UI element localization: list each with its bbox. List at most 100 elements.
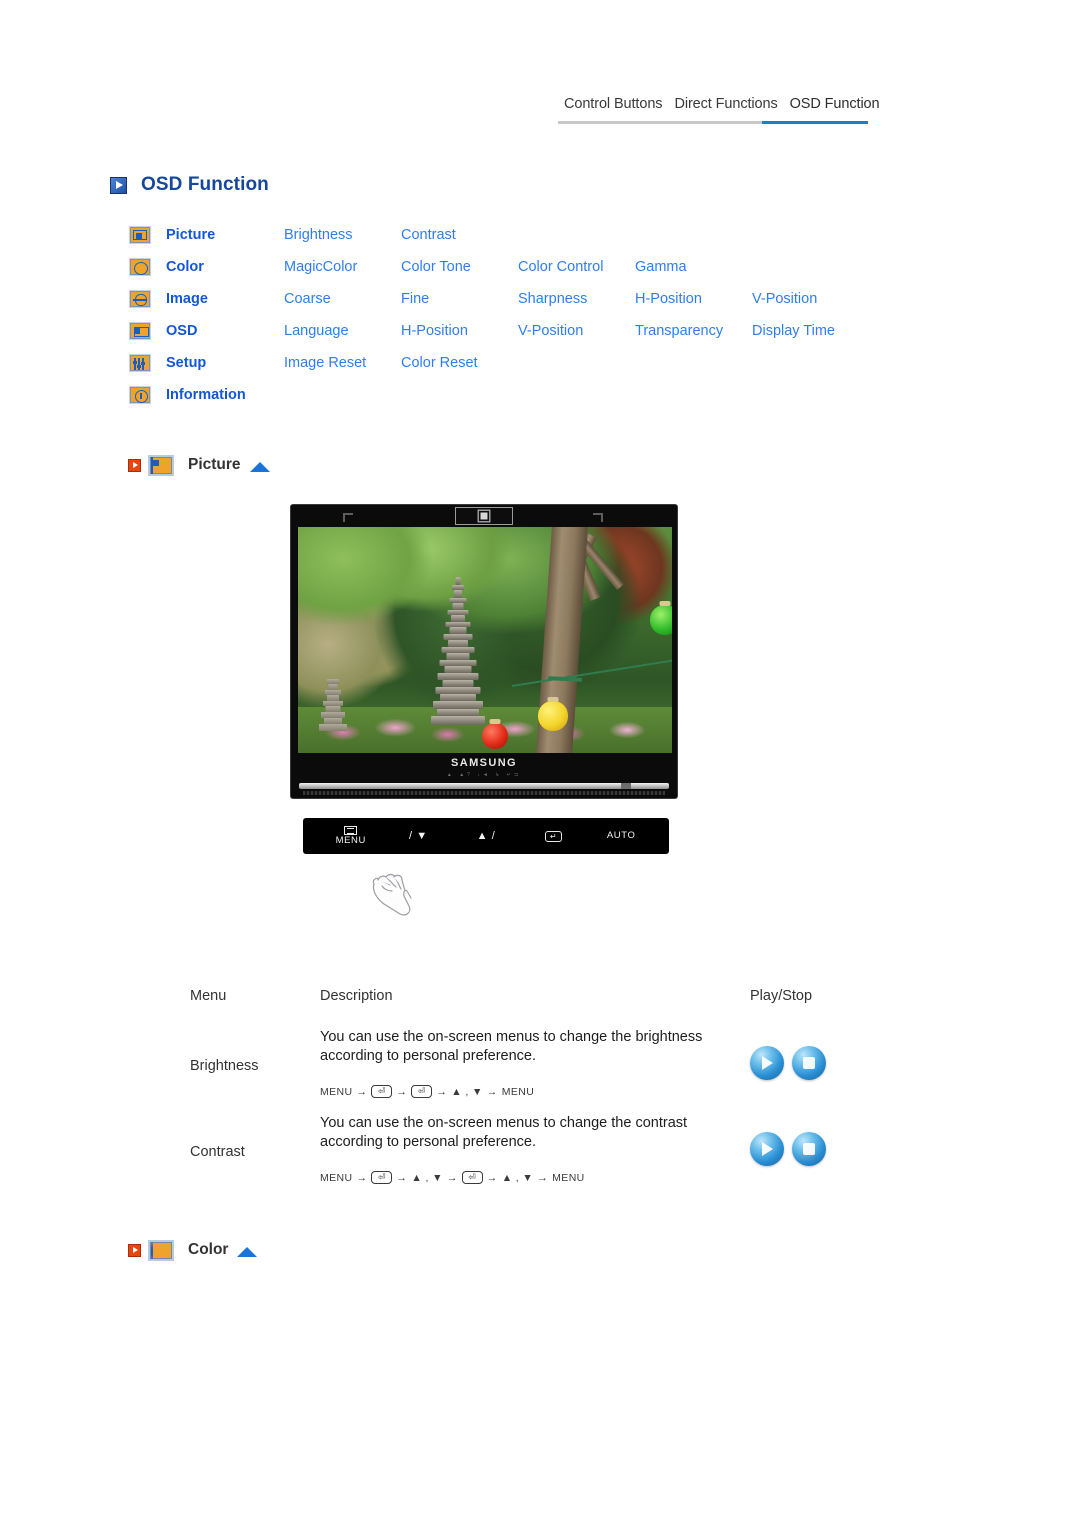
section-label-picture: Picture [188,456,241,473]
row-play-stop-brightness [750,1028,890,1080]
key-menu: MENU [320,1171,353,1184]
section-heading-color: Color [128,1239,258,1261]
row-description-contrast: You can use the on-screen menus to chang… [320,1115,688,1150]
color-icon [129,258,151,276]
column-header-menu: Menu [190,988,227,1004]
key-arrow: → [436,1085,448,1098]
stop-button[interactable] [792,1046,826,1080]
column-header-description: Description [320,988,393,1004]
table-row: Brightness You can use the on-screen men… [190,1028,890,1099]
auto-button-label: AUTO [606,829,636,841]
column-header-play-stop: Play/Stop [750,988,813,1004]
play-button[interactable] [750,1132,784,1167]
page-title-row: OSD Function [110,174,269,196]
red-arrow-icon [128,1243,141,1257]
menu-item-display-time[interactable]: Display Time [752,323,869,339]
menu-item-osd-v-position[interactable]: V-Position [518,323,635,339]
menu-item-language[interactable]: Language [284,323,401,339]
menu-map-row-information: Information [129,379,920,411]
monitor-bezel-markings: ▲ ▲? ↓◄ ↳ ↵⊐ [446,772,522,778]
blue-arrow-icon [110,176,127,194]
scroll-to-top-icon[interactable] [249,462,270,472]
menu-item-v-position[interactable]: V-Position [752,291,869,307]
brightness-down-icon: / ▼ [408,829,428,842]
menu-item-fine[interactable]: Fine [401,291,518,307]
information-icon [129,386,151,404]
menu-category-information[interactable]: Information [166,387,284,403]
auto-button[interactable]: AUTO [602,829,640,842]
menu-item-sharpness[interactable]: Sharpness [518,291,635,307]
control-button-strip: MENU / ▼ ▲ / ↵ AUTO [303,818,669,854]
picture-icon [129,226,151,244]
bezel-mark-left-icon [343,513,353,522]
image-icon [129,290,151,308]
menu-item-transparency[interactable]: Transparency [635,323,752,339]
monitor-stand-bar [299,783,669,789]
small-stone-pagoda [318,673,348,731]
row-description-cell: You can use the on-screen menus to chang… [320,1114,750,1185]
row-menu-contrast: Contrast [190,1144,245,1161]
row-description-brightness: You can use the on-screen menus to chang… [320,1029,703,1064]
menu-map-row-setup: Setup Image Reset Color Reset [129,347,920,379]
brightness-down-button[interactable]: / ▼ [399,830,437,842]
menu-item-image-reset[interactable]: Image Reset [284,355,401,371]
description-table-header: Menu Description Play/Stop [190,988,890,1028]
yellow-lantern [538,697,568,731]
description-table: Menu Description Play/Stop Brightness Yo… [190,988,890,1200]
color-icon [148,1239,174,1261]
play-button[interactable] [750,1046,784,1080]
menu-item-color-control[interactable]: Color Control [518,259,635,275]
menu-button[interactable]: MENU [332,825,370,847]
menu-category-color[interactable]: Color [166,259,284,275]
key-arrow: → [356,1085,368,1098]
menu-item-color-tone[interactable]: Color Tone [401,259,518,275]
menu-item-gamma[interactable]: Gamma [635,259,752,275]
menu-item-h-position[interactable]: H-Position [635,291,752,307]
section-heading-picture: Picture [128,454,270,476]
menu-category-setup[interactable]: Setup [166,355,284,371]
monitor-illustration: SAMSUNG ▲ ▲? ↓◄ ↳ ↵⊐ [290,504,678,799]
key-arrow: → [356,1171,368,1184]
menu-map-row-osd: OSD Language H-Position V-Position Trans… [129,315,920,347]
volume-up-button[interactable]: ▲ / [467,830,505,842]
tab-control-buttons[interactable]: Control Buttons [558,96,668,121]
row-play-stop-contrast [750,1114,890,1167]
tab-osd-function[interactable]: OSD Function [784,96,886,121]
menu-button-label: MENU [335,834,366,846]
page-title: OSD Function [141,174,269,195]
key-enter: ⏎ [371,1085,393,1099]
red-lantern [482,719,508,749]
menu-item-color-reset[interactable]: Color Reset [401,355,518,371]
osd-indicator-button[interactable] [455,507,513,525]
monitor-top-bezel [291,505,677,527]
key-arrow: → [537,1171,549,1184]
menu-category-picture[interactable]: Picture [166,227,284,243]
stop-button[interactable] [792,1132,826,1167]
menu-item-coarse[interactable]: Coarse [284,291,401,307]
row-menu-brightness: Brightness [190,1058,259,1074]
scroll-to-top-icon[interactable] [237,1247,258,1257]
menu-category-osd[interactable]: OSD [166,323,284,339]
menu-category-image[interactable]: Image [166,291,284,307]
key-arrow: → [396,1171,408,1184]
green-lantern [650,601,672,635]
menu-map-row-image: Image Coarse Fine Sharpness H-Position V… [129,283,920,315]
menu-icon [344,825,358,835]
volume-up-icon: ▲ / [476,829,496,842]
key-arrow: → [486,1085,498,1098]
tab-direct-functions[interactable]: Direct Functions [668,96,783,121]
osd-menu-map: Picture Brightness Contrast Color MagicC… [129,219,920,411]
table-row: Contrast You can use the on-screen menus… [190,1114,890,1185]
setup-icon [129,354,151,372]
menu-item-osd-h-position[interactable]: H-Position [401,323,518,339]
menu-item-magiccolor[interactable]: MagicColor [284,259,401,275]
enter-button[interactable]: ↵ [535,830,573,842]
menu-item-brightness[interactable]: Brightness [284,227,401,243]
menu-item-contrast[interactable]: Contrast [401,227,518,243]
key-enter: ⏎ [411,1085,433,1099]
red-arrow-icon [128,458,141,472]
monitor-screen [298,527,672,753]
key-arrow: → [486,1171,498,1184]
key-menu: MENU [501,1085,535,1098]
picture-icon [148,454,174,476]
